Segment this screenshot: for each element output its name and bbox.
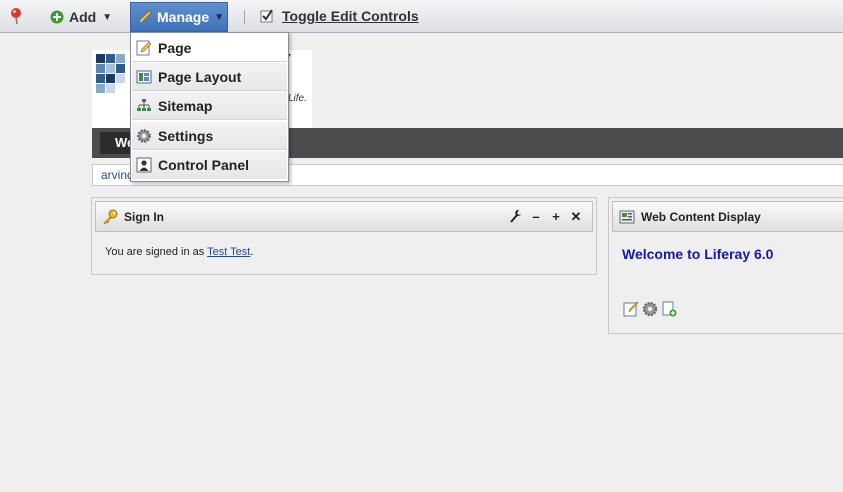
menu-item-label: Sitemap [158, 97, 213, 114]
manage-menu: Page Page Layout Sitemap Settings Contro… [130, 32, 289, 182]
welcome-heading: Welcome to Liferay 6.0 [622, 246, 774, 262]
configure-gear-icon[interactable] [642, 301, 658, 317]
toggle-edit-controls[interactable]: Toggle Edit Controls [260, 8, 419, 24]
wrench-icon[interactable] [510, 209, 522, 227]
web-content-actions [623, 301, 677, 317]
manage-label: Manage [157, 9, 210, 25]
menu-item-settings[interactable]: Settings [132, 122, 287, 150]
menu-item-label: Settings [158, 127, 214, 144]
menu-item-page-layout[interactable]: Page Layout [132, 63, 287, 91]
pin-icon[interactable] [9, 7, 23, 25]
close-icon[interactable]: ✕ [570, 209, 582, 227]
menu-item-label: Control Panel [158, 157, 250, 173]
menu-item-control-panel[interactable]: Control Panel [132, 151, 287, 179]
web-content-portlet: Web Content Display Welcome to Liferay 6… [608, 197, 843, 334]
signed-in-suffix: . [250, 246, 254, 258]
dockbar: Add ▼ Manage ▼ Toggle Edit Controls [0, 0, 843, 33]
signed-in-message: You are signed in as Test Test. [105, 246, 253, 258]
signed-in-prefix: You are signed in as [105, 246, 205, 258]
portlet-controls: – + ✕ [510, 209, 582, 227]
edit-article-icon[interactable] [623, 301, 639, 317]
portlet-title: Sign In [124, 209, 164, 224]
chevron-down-icon: ▼ [214, 11, 225, 23]
gear-icon [137, 128, 151, 143]
layout-icon [136, 70, 152, 83]
minimize-icon[interactable]: – [530, 209, 542, 227]
add-label: Add [69, 9, 97, 25]
page-edit-icon [136, 40, 152, 55]
menu-item-page[interactable]: Page [132, 34, 287, 62]
signin-portlet: Sign In – + ✕ You are signed in as Test … [91, 197, 597, 275]
add-button[interactable]: Add ▼ [50, 7, 112, 27]
chevron-down-icon: ▼ [102, 11, 113, 23]
toggle-edit-controls-label: Toggle Edit Controls [282, 8, 419, 24]
sitemap-icon [137, 98, 151, 111]
menu-item-label: Page [158, 39, 192, 56]
portlet-title-bar[interactable]: Sign In – + ✕ [95, 201, 593, 232]
user-name-link[interactable]: Test Test [207, 246, 250, 258]
add-plus-icon [50, 10, 64, 24]
maximize-icon[interactable]: + [550, 209, 562, 227]
web-content-icon [619, 210, 635, 223]
portlet-title: Web Content Display [641, 209, 761, 224]
pencil-icon [139, 10, 152, 23]
checkbox-checked-icon[interactable] [260, 9, 274, 23]
logo-tagline: Life. [288, 93, 307, 104]
user-panel-icon [136, 157, 152, 173]
breadcrumb-link[interactable]: arvind [101, 168, 134, 182]
menu-item-sitemap[interactable]: Sitemap [132, 92, 287, 120]
key-icon [103, 209, 118, 224]
portlet-title-bar[interactable]: Web Content Display [612, 201, 843, 232]
add-article-icon[interactable] [661, 301, 677, 317]
manage-button[interactable]: Manage ▼ [130, 2, 228, 32]
toolbar-divider [244, 10, 245, 24]
menu-item-label: Page Layout [158, 68, 242, 85]
